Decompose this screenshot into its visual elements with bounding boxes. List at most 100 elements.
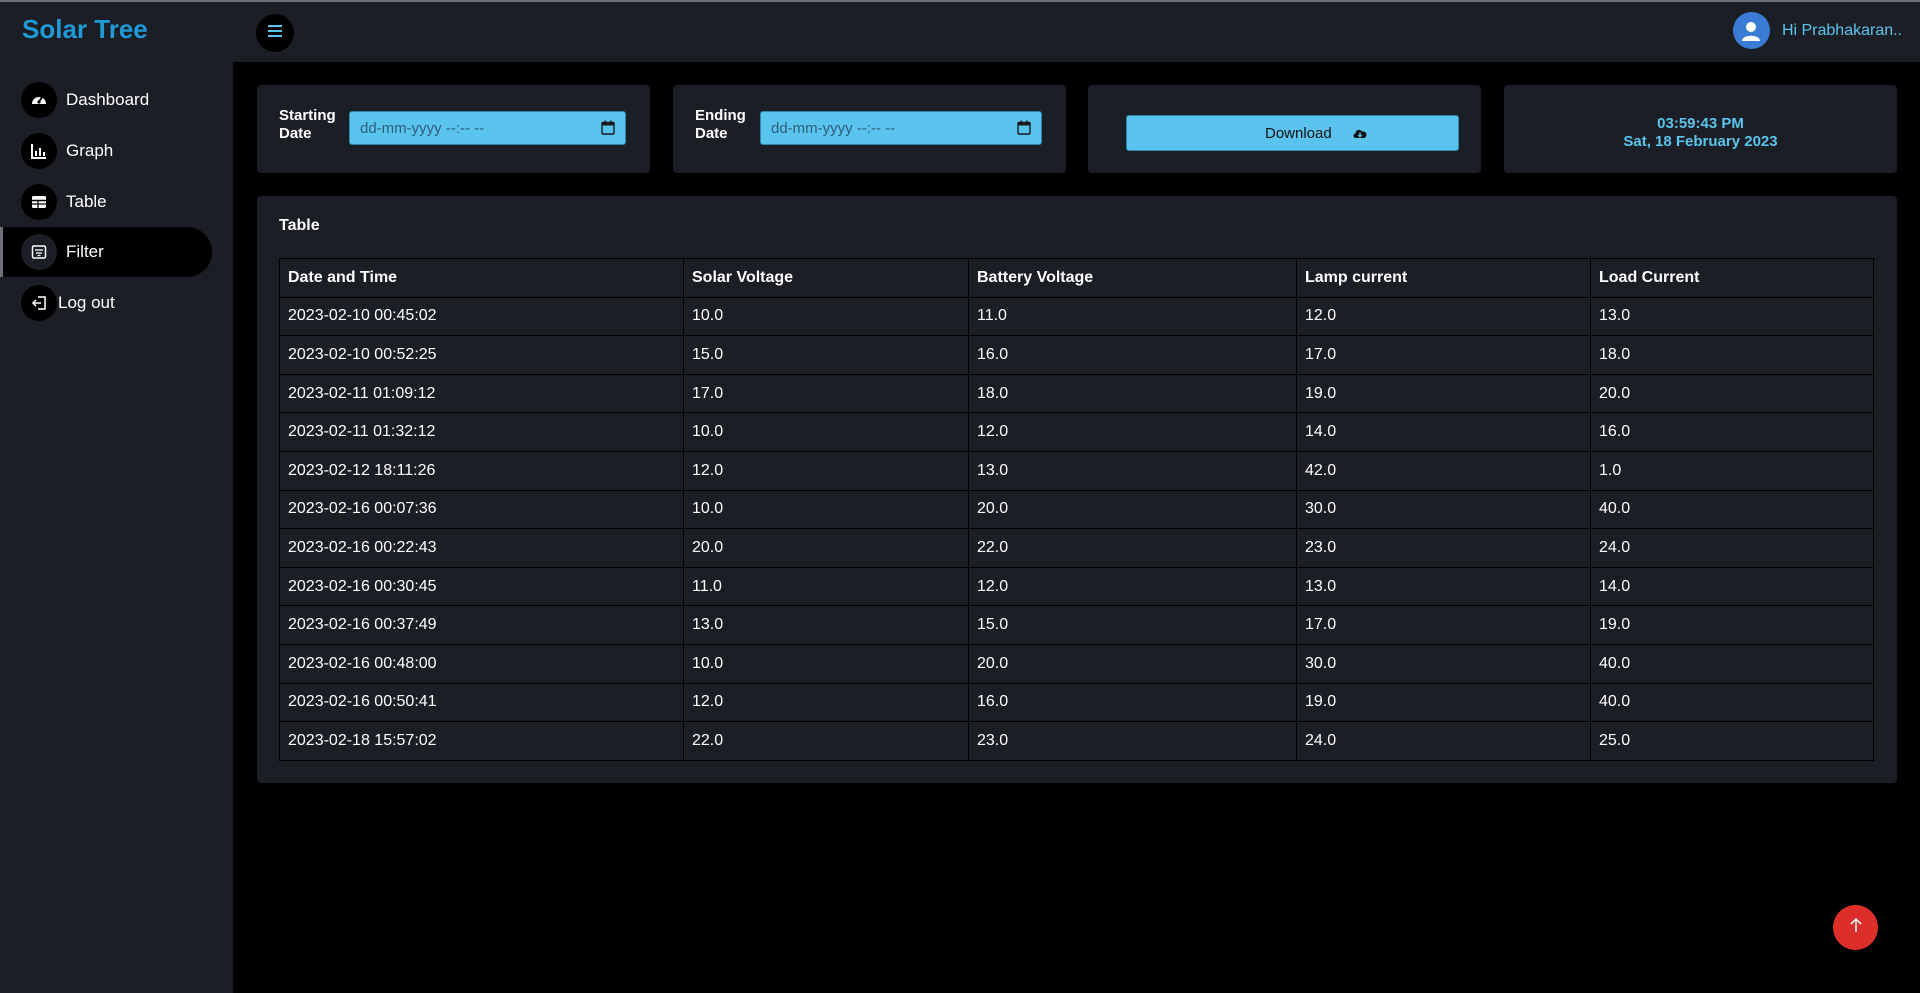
- table-cell: 11.0: [968, 296, 1297, 337]
- end-date-placeholder: dd-mm-yyyy --:-- --: [771, 119, 896, 137]
- column-header: Battery Voltage: [968, 258, 1297, 298]
- table-row: 2023-02-16 00:48:00 10.0 20.0 30.0 40.0: [279, 643, 1874, 684]
- logout-icon: [21, 285, 57, 321]
- download-button[interactable]: Download: [1126, 115, 1459, 151]
- table-cell: 19.0: [1590, 605, 1874, 645]
- table-row: 2023-02-10 00:45:02 10.0 11.0 12.0 13.0: [279, 296, 1874, 337]
- table-cell: 11.0: [683, 566, 969, 607]
- table-row: 2023-02-11 01:09:12 17.0 18.0 19.0 20.0: [279, 373, 1874, 414]
- end-date-input[interactable]: dd-mm-yyyy --:-- --: [760, 111, 1042, 145]
- table-cell: 17.0: [1296, 335, 1591, 375]
- table-cell: 2023-02-10 00:45:02: [279, 296, 684, 337]
- start-date-placeholder: dd-mm-yyyy --:-- --: [360, 119, 485, 137]
- table-cell: 20.0: [968, 643, 1297, 684]
- table-cell: 18.0: [968, 373, 1297, 414]
- user-greeting: Hi Prabhakaran..: [1781, 21, 1902, 39]
- table-cell: 19.0: [1296, 373, 1591, 414]
- table-cell: 15.0: [968, 605, 1297, 645]
- table-cell: 14.0: [1590, 566, 1874, 607]
- table-row: 2023-02-16 00:50:41 12.0 16.0 19.0 40.0: [279, 682, 1874, 723]
- clock-time: 03:59:43 PM: [1657, 115, 1744, 132]
- sidebar-item-label: Table: [66, 192, 107, 211]
- table-row: 2023-02-12 18:11:26 12.0 13.0 42.0 1.0: [279, 450, 1874, 491]
- sidebar-item-label: Dashboard: [66, 90, 150, 109]
- user-icon: [1742, 21, 1761, 41]
- table-cell: 10.0: [683, 412, 969, 452]
- table-cell: 40.0: [1590, 682, 1874, 723]
- table-cell: 24.0: [1296, 721, 1591, 761]
- column-header: Solar Voltage: [683, 258, 969, 298]
- table-row: 2023-02-10 00:52:25 15.0 16.0 17.0 18.0: [279, 335, 1874, 375]
- brand-logo[interactable]: Solar Tree: [22, 14, 148, 45]
- table-cell: 2023-02-16 00:37:49: [279, 605, 684, 645]
- user-menu[interactable]: Hi Prabhakaran..: [1732, 12, 1902, 49]
- sidebar-item-table[interactable]: Table: [0, 177, 212, 227]
- sidebar-item-logout[interactable]: Log out: [0, 278, 212, 328]
- table-cell: 2023-02-16 00:07:36: [279, 489, 684, 530]
- table-cell: 1.0: [1590, 450, 1874, 491]
- table-cell: 22.0: [968, 528, 1297, 568]
- table-cell: 20.0: [683, 528, 969, 568]
- table-header-row: Date and Time Solar Voltage Battery Voltag…: [279, 258, 1874, 298]
- table-cell: 14.0: [1296, 412, 1591, 452]
- table-cell: 10.0: [683, 643, 969, 684]
- table-cell: 40.0: [1590, 489, 1874, 530]
- table-cell: 18.0: [1590, 335, 1874, 375]
- sidebar-item-label: Filter: [66, 242, 104, 261]
- sidebar-item-label: Graph: [66, 141, 114, 160]
- table-cell: 13.0: [1590, 296, 1874, 337]
- table-cell: 2023-02-10 00:52:25: [279, 335, 684, 375]
- sidebar-item-dashboard[interactable]: Dashboard: [0, 75, 212, 125]
- table-cell: 23.0: [968, 721, 1297, 761]
- table-cell: 30.0: [1296, 643, 1591, 684]
- table-cell: 2023-02-16 00:48:00: [279, 643, 684, 684]
- table-cell: 2023-02-12 18:11:26: [279, 450, 684, 491]
- data-table: Date and Time Solar Voltage Battery Voltag…: [279, 258, 1874, 761]
- table-cell: 12.0: [683, 450, 969, 491]
- start-date-label: Starting Date: [279, 107, 336, 142]
- sidebar: Solar Tree Dashboard Graph Table Filter …: [0, 2, 233, 993]
- table-panel: Table Date and Time Solar Voltage Battery …: [257, 196, 1897, 783]
- menu-toggle-button[interactable]: [256, 14, 294, 52]
- table-cell: 15.0: [683, 335, 969, 375]
- table-cell: 10.0: [683, 296, 969, 337]
- table-cell: 20.0: [1590, 373, 1874, 414]
- table-cell: 2023-02-11 01:32:12: [279, 412, 684, 452]
- table-cell: 2023-02-16 00:50:41: [279, 682, 684, 723]
- hamburger-icon: [268, 24, 282, 42]
- filter-icon: [21, 234, 57, 270]
- cloud-download-icon: [1352, 126, 1368, 144]
- sidebar-item-filter[interactable]: Filter: [0, 227, 212, 277]
- table-cell: 12.0: [968, 412, 1297, 452]
- start-date-card: Starting Date dd-mm-yyyy --:-- --: [257, 85, 650, 173]
- table-cell: 16.0: [968, 682, 1297, 723]
- table-title: Table: [279, 217, 320, 234]
- download-label: Download: [1265, 125, 1332, 142]
- scroll-top-button[interactable]: [1833, 905, 1878, 950]
- start-date-input[interactable]: dd-mm-yyyy --:-- --: [349, 111, 626, 145]
- clock-date: Sat, 18 February 2023: [1623, 133, 1778, 150]
- calendar-icon[interactable]: [601, 120, 615, 139]
- sidebar-item-graph[interactable]: Graph: [0, 126, 212, 176]
- table-cell: 2023-02-11 01:09:12: [279, 373, 684, 414]
- download-card: Download: [1088, 85, 1481, 173]
- table-cell: 12.0: [683, 682, 969, 723]
- table-cell: 16.0: [968, 335, 1297, 375]
- table-row: 2023-02-16 00:07:36 10.0 20.0 30.0 40.0: [279, 489, 1874, 530]
- sidebar-item-label: Log out: [58, 293, 115, 312]
- table-row: 2023-02-16 00:22:43 20.0 22.0 23.0 24.0: [279, 528, 1874, 568]
- end-date-label: Ending Date: [695, 107, 746, 142]
- calendar-icon[interactable]: [1017, 120, 1031, 139]
- table-row: 2023-02-16 00:30:45 11.0 12.0 13.0 14.0: [279, 566, 1874, 607]
- table-cell: 13.0: [1296, 566, 1591, 607]
- table-cell: 24.0: [1590, 528, 1874, 568]
- table-row: 2023-02-16 00:37:49 13.0 15.0 17.0 19.0: [279, 605, 1874, 645]
- table-cell: 25.0: [1590, 721, 1874, 761]
- speedometer-icon: [21, 82, 57, 118]
- bar-chart-icon: [21, 133, 57, 169]
- table-cell: 2023-02-18 15:57:02: [279, 721, 684, 761]
- table-cell: 13.0: [968, 450, 1297, 491]
- table-cell: 17.0: [683, 373, 969, 414]
- table-cell: 22.0: [683, 721, 969, 761]
- top-header: Hi Prabhakaran..: [233, 2, 1920, 62]
